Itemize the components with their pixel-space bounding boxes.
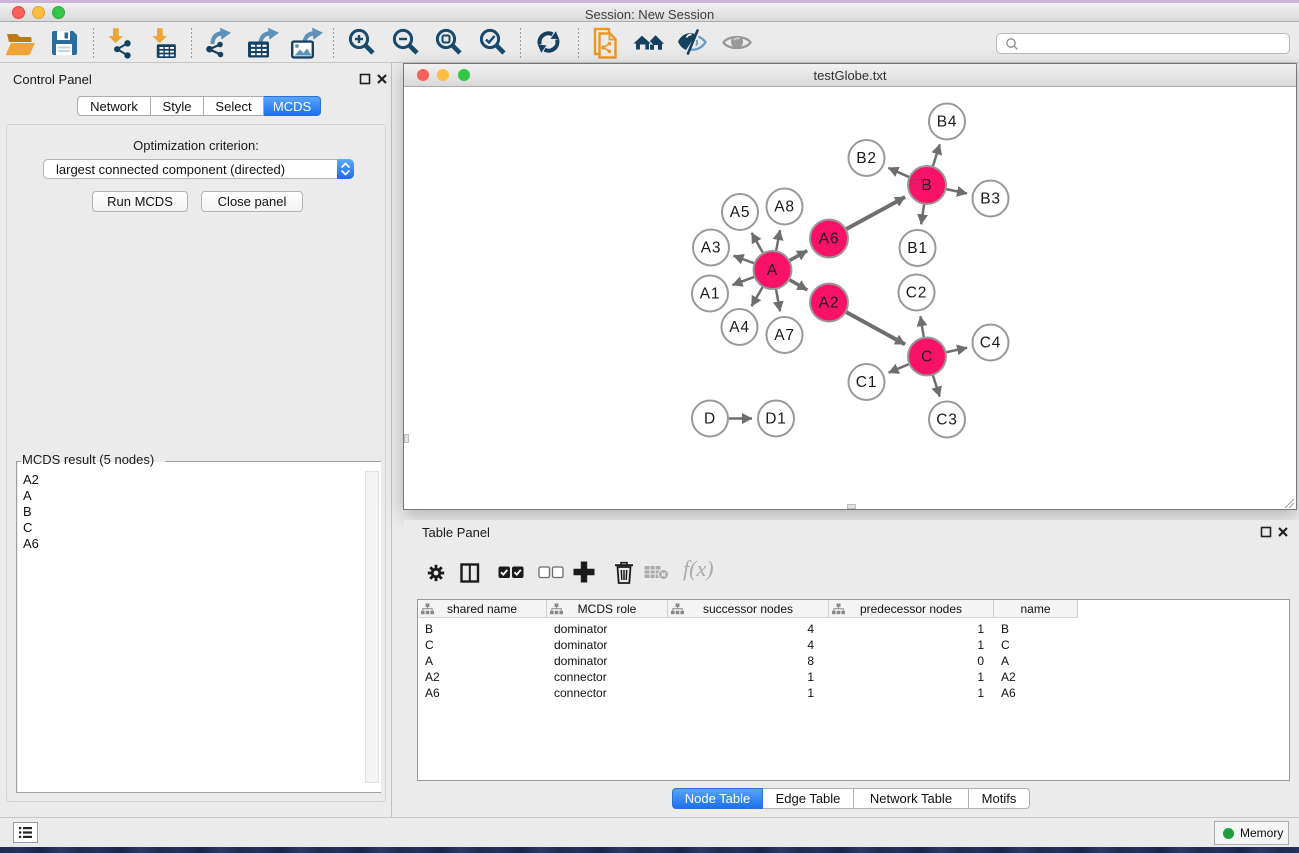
svg-text:A: A (767, 262, 778, 279)
svg-text:B2: B2 (856, 150, 877, 167)
svg-text:A4: A4 (729, 319, 750, 336)
svg-text:D1: D1 (765, 411, 786, 428)
svg-text:A8: A8 (774, 199, 795, 216)
svg-text:B4: B4 (937, 114, 958, 131)
svg-text:A1: A1 (700, 286, 721, 303)
svg-text:A6: A6 (819, 231, 840, 248)
svg-text:C4: C4 (980, 335, 1001, 352)
svg-text:A7: A7 (774, 327, 795, 344)
svg-text:A5: A5 (730, 204, 751, 221)
svg-text:B: B (921, 177, 932, 194)
svg-text:B1: B1 (907, 240, 928, 257)
svg-text:C2: C2 (906, 285, 927, 302)
svg-text:C: C (921, 349, 933, 366)
svg-text:C1: C1 (856, 374, 877, 391)
svg-text:C3: C3 (936, 412, 957, 429)
svg-text:B3: B3 (980, 191, 1001, 208)
svg-text:A3: A3 (701, 240, 722, 257)
svg-text:A2: A2 (819, 295, 840, 312)
svg-text:D: D (704, 411, 716, 428)
